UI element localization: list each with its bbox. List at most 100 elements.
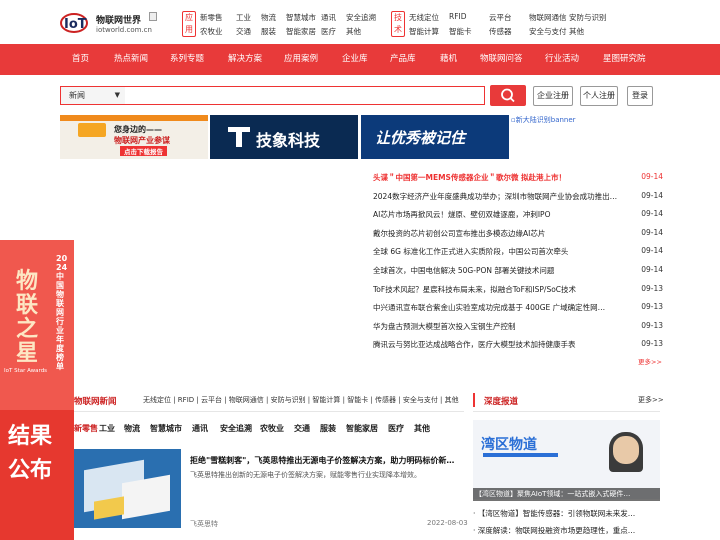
main-nav-item[interactable]: 热点新闻 <box>114 44 148 75</box>
news-item[interactable]: 全球 6G 标准化工作正式进入实质阶段，中国公司首次牵头 09-14 <box>373 246 663 260</box>
article-source: 飞英思特 <box>190 520 218 528</box>
tech-nav-item[interactable]: 智能卡 <box>449 26 472 37</box>
logo-url: iotworld.com.cn <box>96 26 152 34</box>
main-nav-item[interactable]: 首页 <box>72 44 89 75</box>
app-nav-item[interactable]: 农牧业 <box>200 26 223 37</box>
news-date: 09-14 <box>641 265 663 274</box>
site-logo[interactable]: IoT 物联网世界 iotworld.com.cn <box>60 11 152 37</box>
search-input[interactable] <box>125 86 485 105</box>
news-item[interactable]: 头谍＂中国第一MEMS传感器企业＂歌尔微 拟赴港上市！ 09-14 <box>373 172 663 186</box>
app-nav-item[interactable]: 智能家居 <box>286 26 316 37</box>
app-nav-item[interactable]: 通讯 <box>321 12 336 23</box>
news-item[interactable]: 全球首次，中国电信解决 50G-PON 部署关键技术问题 09-14 <box>373 265 663 279</box>
app-nav-item[interactable]: 物流 <box>261 12 276 23</box>
news-item[interactable]: 腾讯云与努比亚达成战略合作，医疗大模型技术加持健康手表 09-13 <box>373 339 663 353</box>
tech-nav-item[interactable]: RFID <box>449 12 467 21</box>
search-category-select[interactable]: 新闻 ▼ <box>60 86 126 105</box>
news-title[interactable]: AI芯片市场再掀风云！燧原、壁仞双雄逐鹿，冲刺IPO <box>373 209 623 220</box>
section-divider <box>473 411 660 412</box>
jixiang-logo-icon <box>228 127 250 147</box>
tab-item[interactable]: 农牧业 <box>260 423 284 434</box>
tech-nav-item[interactable]: 物联网通信 <box>529 12 567 23</box>
iot-news-title: 物联网新闻 <box>74 397 117 407</box>
app-nav-item[interactable]: 安全追溯 <box>346 12 376 23</box>
main-nav-item[interactable]: 解决方案 <box>228 44 262 75</box>
iot-logo-icon: IoT <box>60 13 88 33</box>
depth-list-item[interactable]: · 【湾区物道】智能传感器：引领物联网未来发… <box>473 508 660 519</box>
main-nav-item[interactable]: 企业库 <box>342 44 368 75</box>
depth-image-caption[interactable]: 【湾区物道】聚焦AIoT领域：一站式嵌入式硬件… <box>473 488 660 501</box>
tab-item[interactable]: 新零售 <box>74 423 98 434</box>
ad-line4: 结果 <box>8 424 53 449</box>
tech-nav-item[interactable]: 云平台 <box>489 12 512 23</box>
main-nav-item[interactable]: 藉机 <box>440 44 457 75</box>
app-nav-item[interactable]: 新零售 <box>200 12 223 23</box>
news-item[interactable]: 2024数字经济产业年度盛典成功举办；深圳市物联网产业协会成功推出… 09-14 <box>373 191 663 205</box>
banner-jixiang-tech[interactable]: 技象科技 <box>210 115 358 159</box>
news-title[interactable]: 全球 6G 标准化工作正式进入实质阶段，中国公司首次牵头 <box>373 246 623 257</box>
iot-news-tabs: 新零售 工业 物流 智慧城市 通讯 安全追溯 农牧业 交通 服装 智能家居 医疗 其他 <box>74 423 464 435</box>
news-item[interactable]: 华为盘古预测大模型首次投入宝钢生产控制 09-13 <box>373 321 663 335</box>
app-nav-item[interactable]: 智慧城市 <box>286 12 316 23</box>
news-date: 09-14 <box>641 190 663 200</box>
main-nav-item[interactable]: 物联网问答 <box>480 44 523 75</box>
news-title[interactable]: 2024数字经济产业年度盛典成功举办；深圳市物联网产业协会成功推出… <box>373 191 623 202</box>
app-nav-item[interactable]: 交通 <box>236 26 251 37</box>
tech-nav-item[interactable]: 安防与识别 <box>569 12 607 23</box>
banner-research-report[interactable]: 您身边的—— 物联网产业参谋 点击下载报告 <box>60 115 208 159</box>
search-icon <box>501 88 515 103</box>
tab-item[interactable]: 工业 <box>99 423 115 434</box>
news-title[interactable]: 腾讯云与努比亚达成战略合作，医疗大模型技术加持健康手表 <box>373 339 623 350</box>
article-thumbnail[interactable] <box>74 449 181 528</box>
main-nav-item[interactable]: 产品库 <box>390 44 416 75</box>
section-marker <box>473 393 475 407</box>
enterprise-register-button[interactable]: 企业注册 <box>533 86 573 106</box>
left-awards-ad[interactable]: 2024中国物联网行业年度榜单 物联之星 IoT Star Awards 结果 … <box>0 240 74 540</box>
tab-item[interactable]: 交通 <box>294 423 310 434</box>
tech-nav-item[interactable]: 智能计算 <box>409 26 439 37</box>
main-nav-item[interactable]: 系列专题 <box>170 44 204 75</box>
iot-news-tech-links[interactable]: 无线定位 | RFID | 云平台 | 物联网通信 | 安防与识别 | 智能计算… <box>143 395 459 405</box>
news-title[interactable]: 华为盘古预测大模型首次投入宝钢生产控制 <box>373 321 623 332</box>
main-nav-item[interactable]: 星图研究院 <box>603 44 646 75</box>
tab-item[interactable]: 智慧城市 <box>150 423 182 434</box>
ad-line5: 公布 <box>8 458 53 483</box>
tech-nav-item[interactable]: 无线定位 <box>409 12 439 23</box>
banner-let-excellence[interactable]: 让优秀被记住 <box>361 115 509 159</box>
tab-item[interactable]: 安全追溯 <box>220 423 252 434</box>
main-nav-item[interactable]: 行业活动 <box>545 44 579 75</box>
tab-item[interactable]: 医疗 <box>388 423 404 434</box>
tech-nav-item[interactable]: 安全与支付 <box>529 26 567 37</box>
news-item[interactable]: AI芯片市场再掀风云！燧原、壁仞双雄逐鹿，冲刺IPO 09-14 <box>373 209 663 223</box>
login-button[interactable]: 登录 <box>627 86 653 106</box>
news-more-link[interactable]: 更多>> <box>638 356 662 366</box>
news-item[interactable]: 戴尔投资的芯片初创公司宣布推出多模态边缘AI芯片 09-14 <box>373 228 663 242</box>
article-title[interactable]: 拒绝"雪糕刺客"，飞英思特推出无源电子价签解决方案，助力明码标价新… <box>190 455 460 466</box>
depth-more-link[interactable]: 更多>> <box>638 395 664 405</box>
app-category-label: 应用 <box>182 11 196 37</box>
banner-newland-broken-image[interactable]: ▫新大陆识别banner <box>511 115 576 125</box>
tab-item[interactable]: 服装 <box>320 423 336 434</box>
tab-item[interactable]: 物流 <box>124 423 140 434</box>
tech-nav-item[interactable]: 其他 <box>569 26 584 37</box>
news-title[interactable]: 中兴通讯宣布联合紫金山实验室成功完成基于 400GE 广域确定性网… <box>373 302 623 313</box>
app-nav-item[interactable]: 医疗 <box>321 26 336 37</box>
search-button[interactable] <box>490 85 526 106</box>
personal-register-button[interactable]: 个人注册 <box>580 86 618 106</box>
depth-list-item[interactable]: · 深度解读：物联网投融资市场更趋理性，重点… <box>473 525 660 536</box>
tab-item[interactable]: 智能家居 <box>346 423 378 434</box>
app-nav-item[interactable]: 服装 <box>261 26 276 37</box>
news-title[interactable]: 头谍＂中国第一MEMS传感器企业＂歌尔微 拟赴港上市！ <box>373 172 623 183</box>
app-nav-item[interactable]: 工业 <box>236 12 251 23</box>
news-title[interactable]: 全球首次，中国电信解决 50G-PON 部署关键技术问题 <box>373 265 623 276</box>
tab-item[interactable]: 通讯 <box>192 423 208 434</box>
news-title[interactable]: ToF技术风起？星宸科技布局未来，拟融合ToF和ISP/SoC技术 <box>373 284 623 295</box>
app-nav-item[interactable]: 其他 <box>346 26 361 37</box>
news-item[interactable]: 中兴通讯宣布联合紫金山实验室成功完成基于 400GE 广域确定性网… 09-13 <box>373 302 663 316</box>
news-item[interactable]: ToF技术风起？星宸科技布局未来，拟融合ToF和ISP/SoC技术 09-13 <box>373 284 663 298</box>
ad-line3: IoT Star Awards <box>4 368 48 374</box>
main-nav-item[interactable]: 应用案例 <box>284 44 318 75</box>
tech-nav-item[interactable]: 传感器 <box>489 26 512 37</box>
tab-item[interactable]: 其他 <box>414 423 430 434</box>
news-title[interactable]: 戴尔投资的芯片初创公司宣布推出多模态边缘AI芯片 <box>373 228 623 239</box>
